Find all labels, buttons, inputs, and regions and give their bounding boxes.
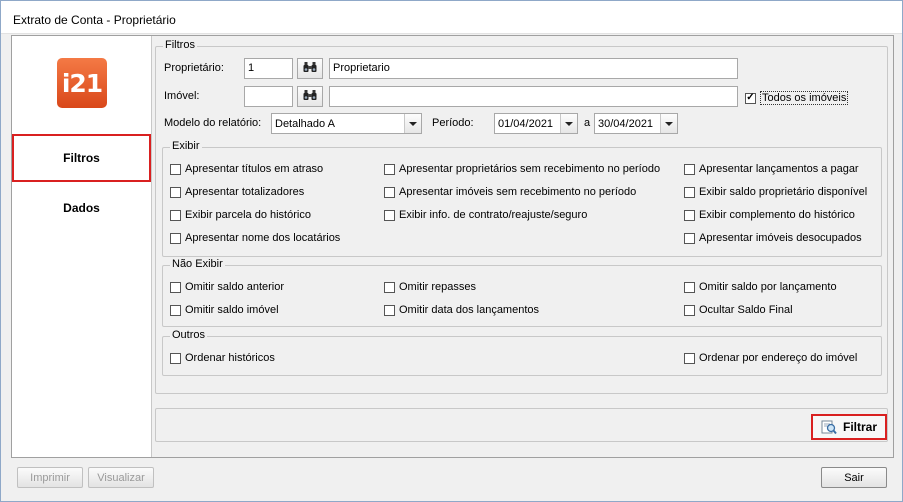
action-bar [155, 408, 888, 442]
chevron-down-icon[interactable] [660, 114, 677, 133]
proprietario-name-input[interactable]: Proprietario [329, 58, 738, 79]
periodo-start-value: 01/04/2021 [498, 118, 554, 130]
periodo-label: Período: [432, 117, 474, 129]
imovel-label: Imóvel: [164, 90, 200, 102]
exibir-option-info-contrato[interactable]: Exibir info. de contrato/reajuste/seguro [384, 209, 587, 221]
nao-exibir-option-data-lancamentos[interactable]: Omitir data dos lançamentos [384, 304, 539, 316]
sidebar-item-filtros[interactable]: Filtros [12, 134, 151, 182]
exibir-option-saldo-proprietario[interactable]: Exibir saldo proprietário disponível [684, 186, 867, 198]
todos-imoveis-label: Todos os imóveis [760, 91, 849, 105]
exibir-option-parcela-historico[interactable]: Exibir parcela do histórico [170, 209, 311, 221]
option-label: Omitir data dos lançamentos [399, 304, 540, 316]
filtros-group-title: Filtros [163, 39, 197, 51]
nao-exibir-option-saldo-final[interactable]: Ocultar Saldo Final [684, 304, 793, 316]
filtrar-label: Filtrar [842, 420, 877, 434]
option-label: Omitir saldo imóvel [185, 304, 279, 316]
checkbox-box [745, 92, 756, 104]
outros-option-ordenar-endereco[interactable]: Ordenar por endereço do imóvel [684, 352, 857, 364]
imovel-code-input[interactable] [244, 86, 293, 107]
search-icon [821, 419, 837, 435]
nao-exibir-group-title: Não Exibir [170, 258, 225, 270]
binoculars-icon [303, 61, 317, 76]
sair-label: Sair [844, 471, 864, 484]
outros-group: Outros Ordenar históricos Ordenar por en… [162, 329, 882, 376]
binoculars-icon [303, 89, 317, 104]
exibir-option-nome-locatarios[interactable]: Apresentar nome dos locatários [170, 232, 340, 244]
exibir-option-totalizadores[interactable]: Apresentar totalizadores [170, 186, 304, 198]
option-label: Apresentar títulos em atraso [185, 163, 324, 175]
modelo-relatorio-select[interactable]: Detalhado A [271, 113, 422, 134]
exibir-group: Exibir Apresentar títulos em atraso Apre… [162, 140, 882, 257]
option-label: Apresentar imóveis sem recebimento no pe… [399, 186, 637, 198]
exibir-group-title: Exibir [170, 140, 202, 152]
todos-imoveis-checkbox[interactable]: Todos os imóveis [745, 91, 849, 105]
exibir-option-titulos-atraso[interactable]: Apresentar títulos em atraso [170, 163, 323, 175]
outros-group-title: Outros [170, 329, 208, 341]
option-label: Apresentar lançamentos a pagar [699, 163, 859, 175]
option-label: Apresentar imóveis desocupados [699, 232, 862, 244]
proprietario-code-input[interactable]: 1 [244, 58, 293, 79]
exibir-option-lancamentos-pagar[interactable]: Apresentar lançamentos a pagar [684, 163, 859, 175]
periodo-end-date[interactable]: 30/04/2021 [594, 113, 678, 134]
option-label: Omitir saldo por lançamento [699, 281, 837, 293]
option-label: Apresentar proprietários sem recebimento… [399, 163, 661, 175]
proprietario-label: Proprietário: [164, 62, 224, 74]
periodo-separator: a [584, 117, 591, 129]
option-label: Apresentar totalizadores [185, 186, 305, 198]
nao-exibir-option-saldo-anterior[interactable]: Omitir saldo anterior [170, 281, 284, 293]
nao-exibir-group: Não Exibir Omitir saldo anterior Omitir … [162, 258, 882, 327]
imovel-name-input[interactable] [329, 86, 738, 107]
option-label: Exibir complemento do histórico [699, 209, 855, 221]
option-label: Apresentar nome dos locatários [185, 232, 341, 244]
option-label: Ocultar Saldo Final [699, 304, 793, 316]
sidebar-item-label: Filtros [63, 151, 100, 165]
outros-option-ordenar-historicos[interactable]: Ordenar históricos [170, 352, 275, 364]
sair-button[interactable]: Sair [821, 467, 887, 488]
sidebar: i21 Filtros Dados [12, 36, 152, 457]
option-label: Omitir repasses [399, 281, 477, 293]
title-bar: Extrato de Conta - Proprietário [1, 1, 902, 34]
window-title: Extrato de Conta - Proprietário [13, 13, 176, 27]
exibir-option-imoveis-sem-recebimento[interactable]: Apresentar imóveis sem recebimento no pe… [384, 186, 636, 198]
option-label: Exibir parcela do histórico [185, 209, 311, 221]
i21-logo: i21 [57, 58, 107, 108]
imprimir-label: Imprimir [30, 471, 70, 484]
modelo-relatorio-value: Detalhado A [275, 118, 335, 130]
visualizar-label: Visualizar [97, 471, 145, 484]
nao-exibir-option-saldo-imovel[interactable]: Omitir saldo imóvel [170, 304, 279, 316]
option-label: Exibir info. de contrato/reajuste/seguro [399, 209, 588, 221]
exibir-option-complemento-historico[interactable]: Exibir complemento do histórico [684, 209, 855, 221]
client-area: i21 Filtros Dados Filtros Proprietário: … [11, 35, 894, 458]
exibir-option-imoveis-desocupados[interactable]: Apresentar imóveis desocupados [684, 232, 862, 244]
periodo-end-value: 30/04/2021 [598, 118, 654, 130]
imovel-search-button[interactable] [297, 86, 323, 107]
window: Extrato de Conta - Proprietário i21 Filt… [0, 0, 903, 502]
nao-exibir-option-repasses[interactable]: Omitir repasses [384, 281, 476, 293]
imprimir-button[interactable]: Imprimir [17, 467, 83, 488]
option-label: Exibir saldo proprietário disponível [699, 186, 868, 198]
sidebar-item-label: Dados [63, 201, 100, 215]
option-label: Ordenar históricos [185, 352, 275, 364]
periodo-start-date[interactable]: 01/04/2021 [494, 113, 578, 134]
proprietario-search-button[interactable] [297, 58, 323, 79]
chevron-down-icon[interactable] [404, 114, 421, 133]
sidebar-item-dados[interactable]: Dados [12, 184, 151, 232]
chevron-down-icon[interactable] [560, 114, 577, 133]
modelo-relatorio-label: Modelo do relatório: [164, 117, 262, 129]
filtros-group: Filtros Proprietário: 1 Proprietario Imó… [155, 39, 888, 394]
filtrar-button[interactable]: Filtrar [811, 414, 887, 440]
nao-exibir-option-saldo-lancamento[interactable]: Omitir saldo por lançamento [684, 281, 837, 293]
option-label: Omitir saldo anterior [185, 281, 285, 293]
option-label: Ordenar por endereço do imóvel [699, 352, 858, 364]
visualizar-button[interactable]: Visualizar [88, 467, 154, 488]
exibir-option-proprietarios-sem-recebimento[interactable]: Apresentar proprietários sem recebimento… [384, 163, 660, 175]
